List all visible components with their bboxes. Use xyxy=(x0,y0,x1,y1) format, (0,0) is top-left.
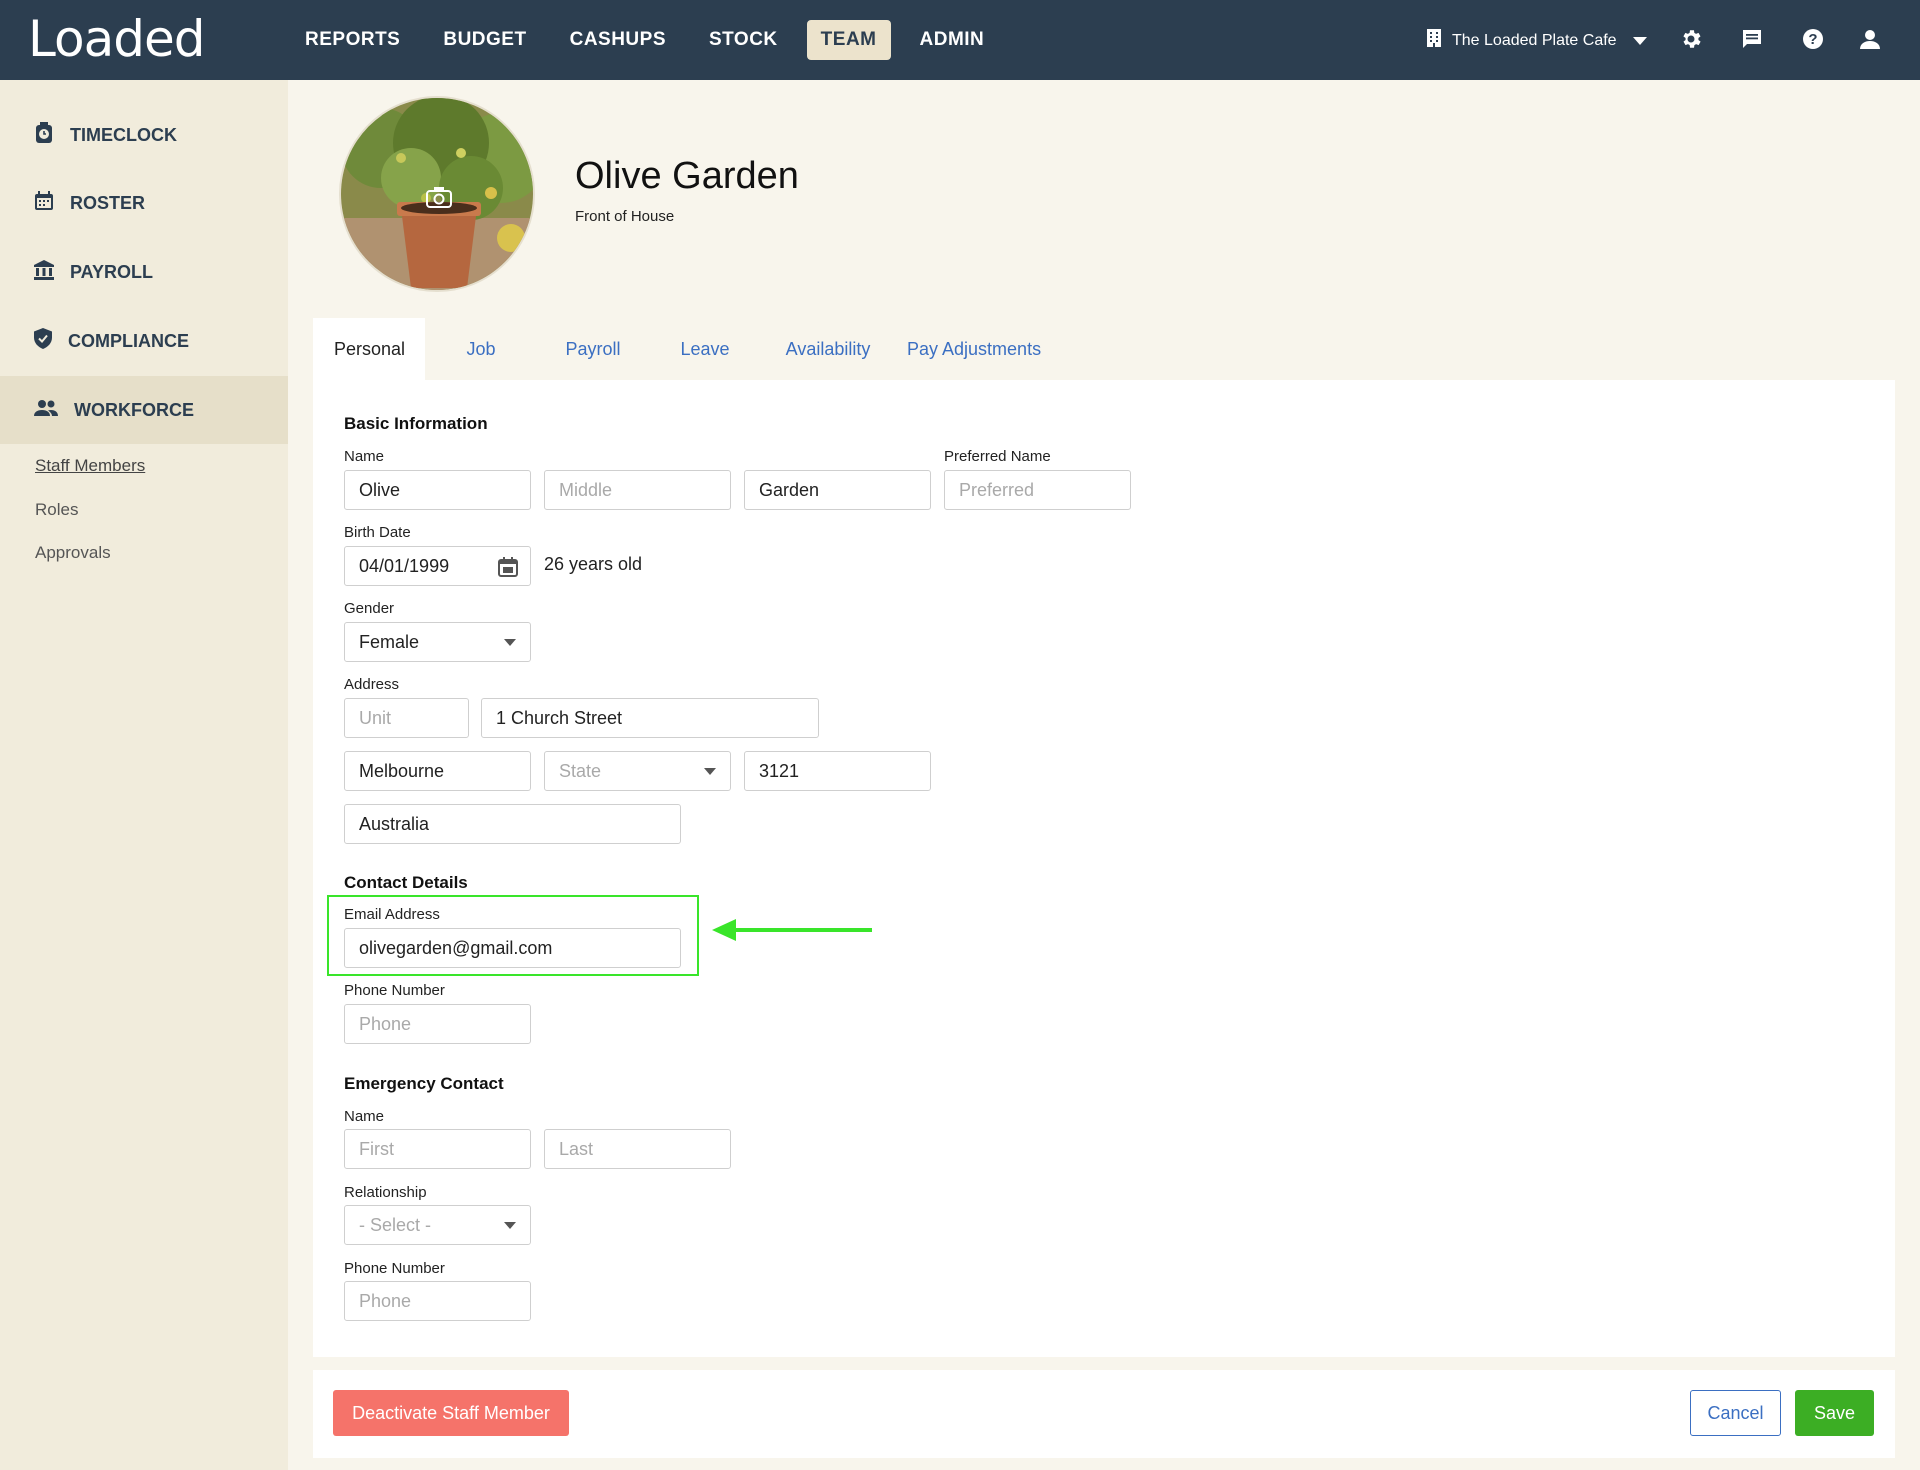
chevron-down-icon xyxy=(1632,36,1647,45)
relationship-label: Relationship xyxy=(344,1184,427,1201)
camera-icon[interactable] xyxy=(425,186,453,213)
emergency-first-field[interactable]: First xyxy=(344,1129,531,1169)
sidebar-item-roster[interactable]: ROSTER xyxy=(0,169,288,237)
contact-details-heading: Contact Details xyxy=(344,873,468,892)
country-field[interactable]: Australia xyxy=(344,804,681,844)
middle-name-field[interactable]: Middle xyxy=(544,470,731,510)
sidebar-item-workforce[interactable]: WORKFORCE xyxy=(0,376,288,444)
phone-field[interactable]: Phone xyxy=(344,1004,531,1044)
address-label: Address xyxy=(344,676,400,693)
calendar-icon xyxy=(34,190,54,216)
sidebar-item-compliance[interactable]: COMPLIANCE xyxy=(0,307,288,375)
help-icon[interactable]: ? xyxy=(1800,26,1826,52)
chevron-down-icon xyxy=(504,1222,516,1229)
emergency-last-field[interactable]: Last xyxy=(544,1129,731,1169)
tab-personal[interactable]: Personal xyxy=(313,318,425,380)
sidebar: TIMECLOCK ROSTER PAYROLL COMPLIANCE WORK… xyxy=(0,80,288,1470)
tab-job[interactable]: Job xyxy=(425,318,537,380)
emergency-phone-field[interactable]: Phone xyxy=(344,1281,531,1321)
deactivate-button[interactable]: Deactivate Staff Member xyxy=(333,1390,569,1436)
bank-icon xyxy=(34,259,54,285)
phone-label: Phone Number xyxy=(344,982,445,999)
email-label: Email Address xyxy=(344,906,440,923)
nav-budget[interactable]: BUDGET xyxy=(429,20,540,60)
emergency-name-label: Name xyxy=(344,1108,385,1125)
city-field[interactable]: Melbourne xyxy=(344,751,531,791)
cancel-button[interactable]: Cancel xyxy=(1690,1390,1781,1436)
sidebar-sub-roles[interactable]: Roles xyxy=(35,500,78,520)
sidebar-item-label: ROSTER xyxy=(70,192,146,213)
message-icon[interactable] xyxy=(1739,26,1765,52)
nav-cashups[interactable]: CASHUPS xyxy=(556,20,680,60)
timeclock-icon xyxy=(34,121,54,149)
nav-admin[interactable]: ADMIN xyxy=(906,20,999,60)
profile-tabs: Personal Job Payroll Leave Availability … xyxy=(313,318,1062,380)
birth-date-label: Birth Date xyxy=(344,524,411,541)
state-placeholder: State xyxy=(559,760,602,781)
sidebar-item-timeclock[interactable]: TIMECLOCK xyxy=(0,101,288,169)
save-button[interactable]: Save xyxy=(1795,1390,1874,1436)
nav-team[interactable]: TEAM xyxy=(806,20,891,60)
birth-date-value: 04/01/1999 xyxy=(359,555,450,576)
staff-role: Front of House xyxy=(575,208,675,225)
venue-selector[interactable]: The Loaded Plate Cafe xyxy=(1426,28,1647,53)
sidebar-sub-staff-members[interactable]: Staff Members xyxy=(35,456,145,476)
age-text: 26 years old xyxy=(544,554,643,574)
street-field[interactable]: 1 Church Street xyxy=(481,698,819,738)
sidebar-item-label: COMPLIANCE xyxy=(68,330,189,351)
staff-name: Olive Garden xyxy=(575,155,799,197)
sidebar-item-label: PAYROLL xyxy=(70,261,154,282)
email-field[interactable]: olivegarden@gmail.com xyxy=(344,928,681,968)
svg-text:?: ? xyxy=(1808,31,1817,48)
nav-reports[interactable]: REPORTS xyxy=(291,20,414,60)
gender-select[interactable]: Female xyxy=(344,622,531,662)
basic-info-heading: Basic Information xyxy=(344,414,488,433)
arrow-left-icon xyxy=(712,915,876,950)
app-logo[interactable]: Loaded xyxy=(28,10,205,68)
last-name-field[interactable]: Garden xyxy=(744,470,931,510)
people-icon xyxy=(34,399,58,421)
preferred-name-label: Preferred Name xyxy=(944,448,1051,465)
nav-stock[interactable]: STOCK xyxy=(695,20,792,60)
sidebar-item-label: WORKFORCE xyxy=(74,399,194,420)
first-name-field[interactable]: Olive xyxy=(344,470,531,510)
birth-date-field[interactable]: 04/01/1999 xyxy=(344,546,531,586)
gear-icon[interactable] xyxy=(1678,26,1704,52)
chevron-down-icon xyxy=(504,639,516,646)
relationship-select[interactable]: - Select - xyxy=(344,1205,531,1245)
user-icon[interactable] xyxy=(1857,26,1883,52)
top-navbar: Loaded REPORTS BUDGET CASHUPS STOCK TEAM… xyxy=(0,0,1920,80)
building-icon xyxy=(1426,28,1442,53)
name-label: Name xyxy=(344,448,385,465)
sidebar-item-label: TIMECLOCK xyxy=(70,124,177,145)
gender-label: Gender xyxy=(344,600,395,617)
tab-availability[interactable]: Availability xyxy=(761,318,895,380)
venue-name: The Loaded Plate Cafe xyxy=(1452,31,1617,49)
avatar[interactable] xyxy=(339,96,535,292)
tab-payroll[interactable]: Payroll xyxy=(537,318,649,380)
personal-form-card xyxy=(313,380,1895,1357)
postcode-field[interactable]: 3121 xyxy=(744,751,931,791)
state-select[interactable]: State xyxy=(544,751,731,791)
tab-leave[interactable]: Leave xyxy=(649,318,761,380)
shield-icon xyxy=(34,328,52,354)
sidebar-item-payroll[interactable]: PAYROLL xyxy=(0,238,288,306)
main-nav: REPORTS BUDGET CASHUPS STOCK TEAM ADMIN xyxy=(291,20,1013,60)
sidebar-sub-approvals[interactable]: Approvals xyxy=(35,543,111,563)
relationship-placeholder: - Select - xyxy=(359,1214,432,1235)
emergency-phone-label: Phone Number xyxy=(344,1260,445,1277)
calendar-icon[interactable] xyxy=(496,555,520,584)
tab-pay-adjustments[interactable]: Pay Adjustments xyxy=(895,318,1062,380)
preferred-name-field[interactable]: Preferred xyxy=(944,470,1131,510)
gender-value: Female xyxy=(359,631,420,652)
chevron-down-icon xyxy=(704,768,716,775)
emergency-contact-heading: Emergency Contact xyxy=(344,1074,504,1093)
unit-field[interactable]: Unit xyxy=(344,698,469,738)
